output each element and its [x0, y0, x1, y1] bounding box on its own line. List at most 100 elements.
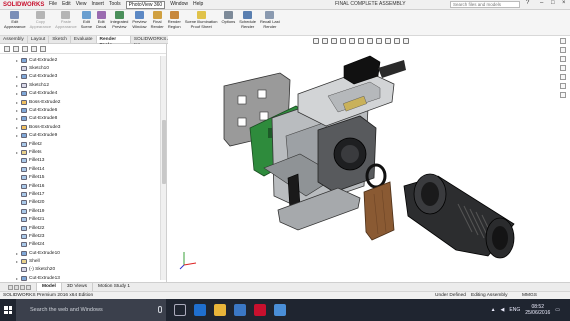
- tree-item[interactable]: Fillet20: [0, 199, 160, 207]
- tab-sketch[interactable]: Sketch: [49, 36, 71, 43]
- task-view-icon[interactable]: [174, 304, 186, 316]
- tab-render-tools[interactable]: Render Tools: [96, 36, 131, 48]
- tree-item[interactable]: Fillet13: [0, 157, 160, 165]
- configuration-manager-icon[interactable]: [22, 45, 28, 52]
- close-icon[interactable]: ×: [562, 0, 566, 6]
- bottom-tab-3d-views[interactable]: 3D Views: [60, 283, 92, 291]
- network-icon[interactable]: ▲: [491, 307, 496, 313]
- scene-button[interactable]: Edit Scene: [79, 10, 94, 35]
- tree-item[interactable]: Fillet16: [0, 182, 160, 190]
- decal-button[interactable]: Edit Decal: [94, 10, 108, 35]
- tab-layout[interactable]: Layout: [28, 36, 50, 43]
- microphone-icon[interactable]: [158, 306, 162, 313]
- solidworks-taskbar-icon[interactable]: [254, 304, 266, 316]
- tree-item[interactable]: ▸ Cut-Extrude10: [0, 249, 160, 257]
- menu-help[interactable]: Help: [193, 1, 203, 9]
- tree-item[interactable]: Fillet22: [0, 224, 160, 232]
- tree-item[interactable]: Sketch10: [0, 64, 160, 72]
- tree-item[interactable]: Fillet15: [0, 173, 160, 181]
- tree-item[interactable]: Fillet2: [0, 140, 160, 148]
- copy-button[interactable]: Copy Appearance: [28, 10, 54, 35]
- tree-item[interactable]: ▸ Cut-Extrude4: [0, 90, 160, 98]
- recall-button[interactable]: Recall Last Render: [258, 10, 282, 35]
- menu-insert[interactable]: Insert: [91, 1, 104, 9]
- outlook-icon[interactable]: [274, 304, 286, 316]
- sketch-feature-icon: [21, 82, 27, 88]
- tab-assembly[interactable]: Assembly: [0, 36, 28, 43]
- tree-item[interactable]: Fillet14: [0, 165, 160, 173]
- tree-item[interactable]: (-) Sketch20: [0, 266, 160, 274]
- start-button[interactable]: [0, 299, 16, 321]
- menu-photoview-360[interactable]: PhotoView 360: [125, 0, 166, 9]
- tree-item[interactable]: ▸ Shell: [0, 257, 160, 265]
- tree-item[interactable]: ▸ Boss-Extrude3: [0, 123, 160, 131]
- clock[interactable]: 08:52 25/06/2016: [525, 304, 550, 316]
- render-button[interactable]: Final Render: [149, 10, 166, 35]
- tree-item[interactable]: ▸ Cut-Extrude6: [0, 106, 160, 114]
- window-button[interactable]: Preview Window: [130, 10, 148, 35]
- first-tab-icon[interactable]: [8, 284, 13, 290]
- notifications-icon[interactable]: ▭: [555, 307, 560, 313]
- paste-button[interactable]: Paste Appearance: [53, 10, 79, 35]
- region-button[interactable]: Render Region: [166, 10, 183, 35]
- prev-tab-icon[interactable]: [14, 284, 19, 290]
- tab-evaluate[interactable]: Evaluate: [71, 36, 97, 43]
- scroll-thumb[interactable]: [162, 120, 166, 184]
- schedule-button[interactable]: Schedule Render: [237, 10, 258, 35]
- menu-view[interactable]: View: [76, 1, 87, 9]
- tree-item-label: Fillet21: [29, 217, 45, 223]
- tree-item[interactable]: Fillet24: [0, 241, 160, 249]
- tree-scrollbar[interactable]: [160, 56, 166, 280]
- tree-item[interactable]: ▸ Cut-Extrude2: [0, 56, 160, 64]
- tree-item[interactable]: ▸ Cut-Extrude9: [0, 132, 160, 140]
- menu-window[interactable]: Window: [170, 1, 188, 9]
- help-icon[interactable]: ?: [526, 0, 529, 6]
- ribbon-label: Scene Illumination Proof Sheet: [184, 19, 218, 29]
- taskbar-search[interactable]: Search the web and Windows: [16, 299, 166, 321]
- bottom-tab-model[interactable]: Model: [36, 283, 61, 291]
- display-manager-icon[interactable]: [40, 45, 46, 52]
- tree-item[interactable]: ▸ Cut-Extrude3: [0, 73, 160, 81]
- search-input[interactable]: Search files and models: [450, 1, 520, 8]
- tree-item[interactable]: ▸ Cut-Extrude8: [0, 115, 160, 123]
- tree-item[interactable]: Fillet17: [0, 190, 160, 198]
- preview-button[interactable]: Integrated Preview: [108, 10, 130, 35]
- tree-item[interactable]: ▸ Fillets: [0, 148, 160, 156]
- ribbon-label: Options: [221, 19, 236, 24]
- property-manager-icon[interactable]: [13, 45, 19, 52]
- minimize-icon[interactable]: –: [540, 0, 543, 6]
- file-explorer-icon[interactable]: [214, 304, 226, 316]
- appearance-button[interactable]: Edit Appearance: [2, 10, 28, 35]
- units-selector[interactable]: MMGS: [522, 292, 537, 299]
- model-tabs: Model 3D Views Motion Study 1: [36, 283, 135, 291]
- language-indicator[interactable]: ENG: [509, 307, 520, 313]
- cut-feature-icon: [21, 108, 27, 114]
- menu-tools[interactable]: Tools: [109, 1, 121, 9]
- tree-item-label: Cut-Extrude4: [29, 91, 58, 97]
- next-tab-icon[interactable]: [20, 284, 25, 290]
- solidworks-logo[interactable]: SOLIDWORKS: [3, 2, 49, 8]
- dim-xpert-icon[interactable]: [31, 45, 37, 52]
- bottom-tab-motion-study-1[interactable]: Motion Study 1: [92, 283, 135, 291]
- illumination-button[interactable]: Scene Illumination Proof Sheet: [183, 10, 220, 35]
- volume-icon[interactable]: ◀: [501, 307, 505, 313]
- maximize-icon[interactable]: □: [551, 0, 555, 6]
- edge-icon[interactable]: [194, 304, 206, 316]
- store-icon[interactable]: [234, 304, 246, 316]
- tree-item[interactable]: ▸ Sketch12: [0, 81, 160, 89]
- graphics-area[interactable]: [168, 36, 570, 282]
- menu-file[interactable]: File: [49, 1, 57, 9]
- feature-tree-icon[interactable]: [4, 45, 10, 52]
- coordinate-triad: [178, 249, 200, 273]
- tree-item-label: Cut-Extrude6: [29, 108, 58, 114]
- menu-edit[interactable]: Edit: [62, 1, 71, 9]
- fillet-feature-icon: [21, 217, 27, 223]
- tree-item[interactable]: Fillet21: [0, 215, 160, 223]
- tree-item[interactable]: Fillet23: [0, 232, 160, 240]
- options-button[interactable]: Options: [220, 10, 238, 35]
- tree-item-label: Fillet24: [29, 242, 45, 248]
- tree-item[interactable]: ▸ Boss-Extrude2: [0, 98, 160, 106]
- tree-item[interactable]: Fillet19: [0, 207, 160, 215]
- windows-icon: [4, 306, 12, 314]
- last-tab-icon[interactable]: [26, 284, 31, 290]
